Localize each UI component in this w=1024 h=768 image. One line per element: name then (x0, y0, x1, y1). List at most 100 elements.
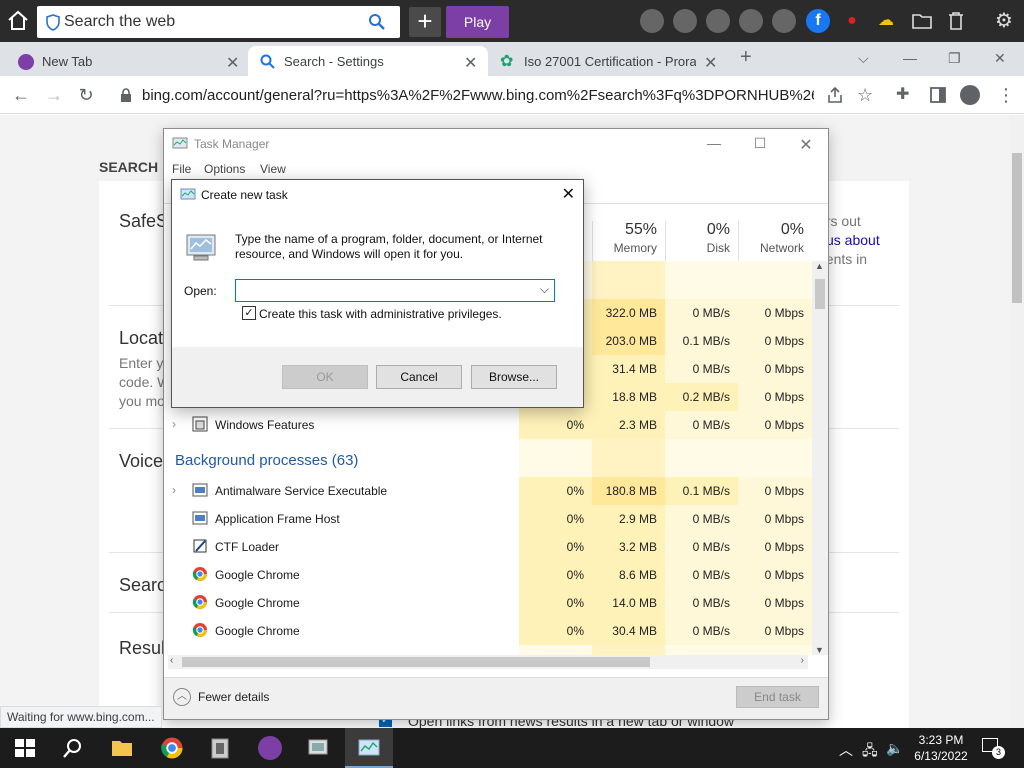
expand-chevron-icon[interactable]: › (172, 483, 176, 497)
expand-chevron-icon[interactable]: › (172, 417, 176, 431)
task-manager-taskbar-button[interactable] (345, 728, 393, 768)
end-task-button[interactable]: End task (736, 686, 819, 708)
cancel-button[interactable]: Cancel (376, 365, 462, 389)
menu-options[interactable]: Options (204, 162, 245, 176)
close-tab-icon[interactable]: ✕ (226, 53, 239, 73)
device-app-icon[interactable] (306, 736, 330, 760)
tab-new-tab[interactable]: New Tab ✕ (6, 46, 246, 76)
gear-icon[interactable]: ⚙ (992, 9, 1016, 33)
process-list-hscrollbar[interactable]: ‹ › (168, 655, 808, 669)
windows-start-icon[interactable] (13, 736, 37, 760)
back-icon[interactable]: ← (10, 84, 32, 106)
chevron-down-icon[interactable]: ⌵ (540, 282, 549, 297)
reload-icon[interactable]: ↻ (75, 84, 97, 106)
open-combobox[interactable]: ⌵ (235, 279, 555, 302)
bookmark-star-icon[interactable]: ☆ (857, 85, 877, 105)
page-scrollbar[interactable] (1010, 115, 1024, 728)
scroll-left-icon[interactable]: ‹ (170, 655, 173, 666)
side-panel-icon[interactable] (928, 85, 948, 105)
table-row[interactable]: Google Chrome 0% 14.0 MB 0 MB/s 0 Mbps (164, 589, 812, 617)
search-icon[interactable] (61, 736, 85, 760)
web-search-box[interactable]: Search the web (37, 6, 400, 38)
close-tab-icon[interactable]: ✕ (704, 53, 717, 73)
url-text[interactable]: bing.com/account/general?ru=https%3A%2F%… (142, 87, 814, 104)
add-icon[interactable]: + (409, 7, 441, 37)
close-icon[interactable]: ✕ (796, 135, 816, 154)
table-row[interactable]: Google Chrome 0% 8.6 MB 0 MB/s 0 Mbps (164, 561, 812, 589)
windows-features-icon (192, 416, 208, 432)
column-disk[interactable]: 0% Disk (665, 221, 738, 261)
fewer-details-link[interactable]: Fewer details (198, 690, 269, 704)
address-bar[interactable]: bing.com/account/general?ru=https%3A%2F%… (114, 79, 814, 111)
more-menu-icon[interactable]: ⋮ (996, 85, 1016, 105)
tab-search-chevron-icon[interactable]: ⌵ (858, 50, 869, 67)
play-button[interactable]: Play (446, 6, 509, 38)
profile-avatar-icon[interactable] (960, 85, 980, 105)
restore-icon[interactable]: ❐ (948, 50, 961, 67)
star-icon[interactable] (772, 9, 796, 33)
maximize-icon[interactable]: ☐ (750, 135, 770, 153)
ok-button[interactable]: OK (282, 365, 368, 389)
tab-search-settings[interactable]: Search - Settings ✕ (248, 46, 488, 76)
process-list-vscrollbar[interactable]: ▲ ▼ (812, 261, 828, 655)
tab-iso-certification[interactable]: ✿ Iso 27001 Certification - Prorated ✕ (488, 46, 726, 76)
table-row[interactable]: Application Frame Host 0% 2.9 MB 0 MB/s … (164, 505, 812, 533)
scroll-right-icon[interactable]: › (801, 655, 804, 666)
task-manager-icon (172, 137, 188, 149)
vscroll-thumb[interactable] (815, 279, 825, 309)
web-search-input[interactable]: Search the web (64, 13, 175, 31)
share-icon[interactable] (825, 85, 845, 105)
column-memory[interactable]: 55% Memory (592, 221, 665, 261)
task-manager-titlebar[interactable]: Task Manager — ☐ ✕ (164, 129, 828, 159)
admin-privileges-checkbox[interactable]: ✓ (242, 306, 256, 320)
tray-chevron-icon[interactable]: ︿ (839, 740, 853, 760)
menu-file[interactable]: File (172, 162, 191, 176)
system-clock[interactable]: 3:23 PM 6/13/2022 (912, 732, 970, 764)
new-tab-icon[interactable]: + (740, 46, 752, 69)
star-icon[interactable] (739, 9, 763, 33)
column-name: Disk (706, 241, 730, 255)
table-row[interactable]: CTF Loader 0% 3.2 MB 0 MB/s 0 Mbps (164, 533, 812, 561)
trash-icon[interactable] (944, 9, 968, 33)
bug-icon[interactable]: ● (840, 9, 864, 33)
tor-browser-icon[interactable] (258, 736, 282, 760)
chrome-taskbar-icon[interactable] (160, 736, 184, 760)
scroll-up-icon[interactable]: ▲ (815, 261, 824, 271)
star-icon[interactable] (640, 9, 664, 33)
network-cell: 0 Mbps (738, 299, 812, 327)
search-icon[interactable] (368, 13, 386, 31)
hscroll-thumb[interactable] (182, 657, 650, 667)
scroll-down-icon[interactable]: ▼ (815, 645, 824, 655)
browse-button[interactable]: Browse... (471, 365, 557, 389)
clipboard-app-icon[interactable] (208, 736, 232, 760)
forward-icon[interactable]: → (43, 84, 65, 106)
admin-privileges-label[interactable]: Create this task with administrative pri… (259, 307, 502, 321)
search-icon (260, 54, 275, 69)
table-row[interactable]: › Windows Features 0% 2.3 MB 0 MB/s 0 Mb… (164, 411, 812, 439)
star-icon[interactable] (673, 9, 697, 33)
menu-view[interactable]: View (260, 162, 286, 176)
file-explorer-icon[interactable] (110, 736, 134, 760)
process-name: Google Chrome (215, 596, 300, 610)
minimize-icon[interactable]: — (903, 50, 917, 66)
column-network[interactable]: 0% Network (738, 221, 812, 261)
table-row[interactable]: Google Chrome 0% 30.4 MB 0 MB/s 0 Mbps (164, 617, 812, 645)
chevron-up-icon[interactable]: ︿ (173, 688, 191, 706)
close-window-icon[interactable]: ✕ (994, 50, 1006, 67)
minimize-icon[interactable]: — (704, 135, 724, 153)
weather-icon[interactable]: ☁ (874, 9, 898, 33)
lock-icon[interactable] (120, 88, 132, 102)
volume-icon[interactable]: 🔈 (886, 740, 903, 757)
folder-icon[interactable] (910, 9, 934, 33)
table-row[interactable]: › Antimalware Service Executable 0% 180.… (164, 477, 812, 505)
home-icon[interactable] (6, 9, 30, 33)
facebook-icon[interactable]: f (806, 9, 830, 33)
extensions-icon[interactable]: ✚ (896, 85, 916, 105)
page-scrollbar-thumb[interactable] (1012, 153, 1022, 303)
learn-more-link[interactable]: us about (826, 232, 880, 248)
close-tab-icon[interactable]: ✕ (464, 53, 477, 73)
close-icon[interactable]: ✕ (562, 184, 575, 204)
network-icon[interactable]: 🖧 (862, 740, 878, 764)
star-icon[interactable] (706, 9, 730, 33)
notification-center-icon[interactable]: 3 (982, 738, 1005, 759)
